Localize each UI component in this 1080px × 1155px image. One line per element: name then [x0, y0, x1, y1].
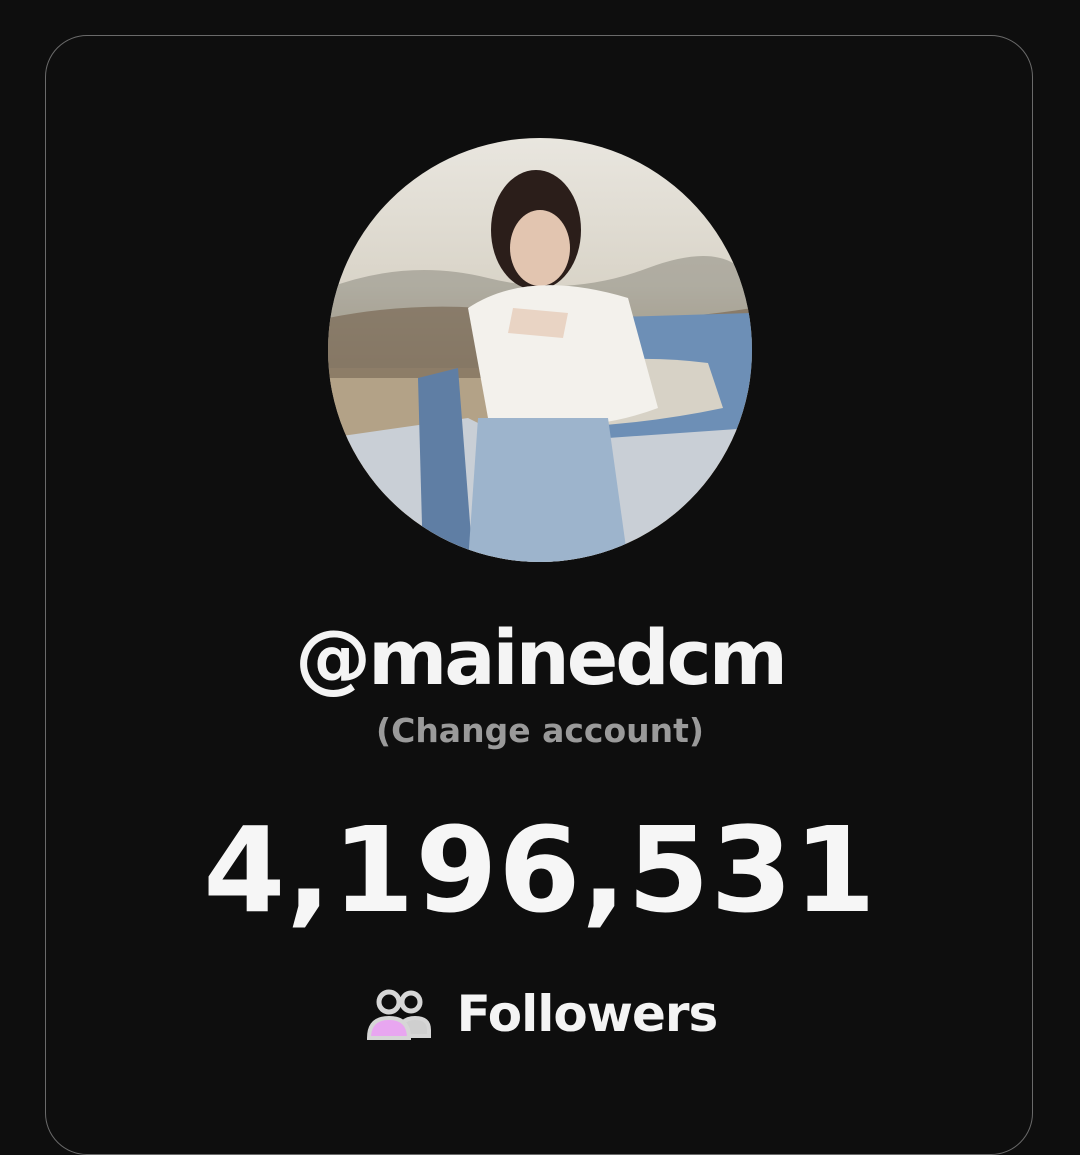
avatar-photo	[328, 138, 752, 562]
change-account-link[interactable]: (Change account)	[0, 708, 1080, 754]
username: @mainedcm	[295, 613, 788, 702]
followers-count: 4,196,531	[203, 801, 877, 939]
profile-avatar[interactable]	[328, 138, 752, 562]
followers-row: Followers	[0, 982, 1080, 1046]
users-icon	[363, 986, 435, 1042]
followers-label: Followers	[456, 985, 719, 1043]
